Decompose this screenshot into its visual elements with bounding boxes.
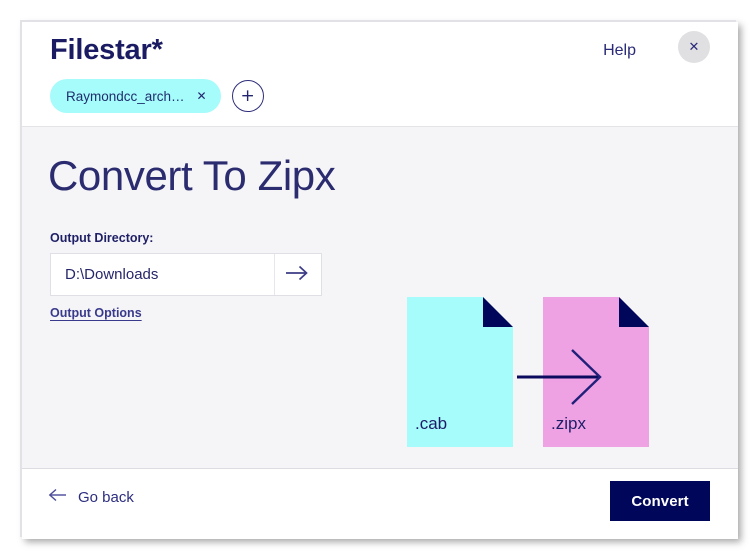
add-tab-button[interactable]: + <box>231 80 264 112</box>
page-title: Convert To Zipx <box>48 152 336 199</box>
arrow-left-icon <box>48 488 67 507</box>
app-footer: Go back Convert <box>22 469 738 539</box>
source-file-label: .cab <box>415 414 447 433</box>
output-directory-row <box>50 253 322 296</box>
window-close-button[interactable]: ✕ <box>678 31 710 63</box>
conversion-illustration: .cab .zipx <box>407 297 653 447</box>
output-directory-label: Output Directory: <box>50 231 154 245</box>
go-back-label: Go back <box>78 489 134 506</box>
output-directory-input[interactable] <box>51 254 274 295</box>
convert-button[interactable]: Convert <box>610 481 710 521</box>
app-logo: Filestar* <box>50 34 163 67</box>
app-logo-asterisk: * <box>151 34 163 66</box>
output-options-link[interactable]: Output Options <box>50 306 142 320</box>
help-link[interactable]: Help <box>603 42 636 60</box>
main-content: Convert To Zipx Output Directory: Output… <box>22 127 738 469</box>
target-file-label: .zipx <box>551 414 586 433</box>
go-back-button[interactable]: Go back <box>48 488 134 507</box>
tab-item[interactable]: Raymondcc_arch… ✕ <box>50 79 221 113</box>
close-icon: ✕ <box>688 39 700 55</box>
app-header: Filestar* Help ✕ Raymondcc_arch… ✕ + <box>22 22 738 127</box>
tab-label: Raymondcc_arch… <box>66 88 185 104</box>
arrow-right-icon <box>285 265 311 284</box>
tab-bar: Raymondcc_arch… ✕ + <box>50 79 264 113</box>
output-directory-go-button[interactable] <box>274 254 321 295</box>
app-logo-text: Filestar <box>50 34 152 66</box>
app-root: Filestar* Help ✕ Raymondcc_arch… ✕ + Con… <box>0 0 754 560</box>
tab-close-icon[interactable]: ✕ <box>197 90 207 102</box>
app-window: Filestar* Help ✕ Raymondcc_arch… ✕ + Con… <box>22 22 738 539</box>
plus-icon: + <box>240 85 255 106</box>
